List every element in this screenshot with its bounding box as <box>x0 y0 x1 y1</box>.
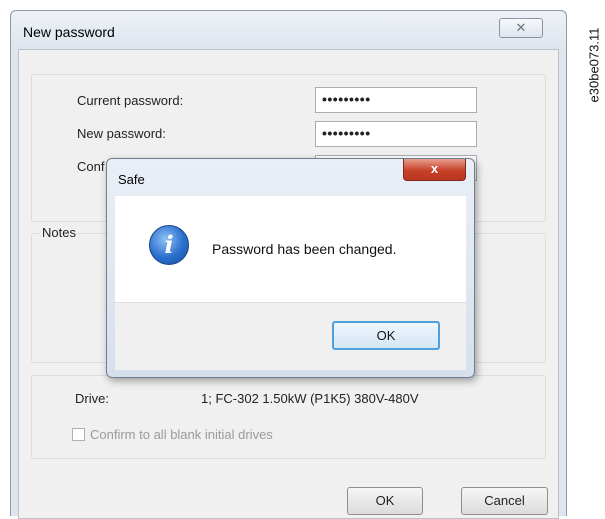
dialog-close-button[interactable]: x <box>403 159 466 181</box>
confirm-password-label: Conf <box>77 159 105 174</box>
close-icon: x <box>430 161 439 176</box>
confirm-blank-drives-label: Confirm to all blank initial drives <box>90 427 273 442</box>
figure-code-label: e30be073.11 <box>586 27 602 103</box>
figure-code: e30be073.11 <box>584 10 604 120</box>
drive-value: 1; FC-302 1.50kW (P1K5) 380V-480V <box>201 391 419 406</box>
drive-group: Drive: 1; FC-302 1.50kW (P1K5) 380V-480V <box>31 375 546 459</box>
window-titlebar: New password ✕ <box>11 11 566 45</box>
dialog-title: Safe <box>118 172 145 187</box>
dialog-body: i Password has been changed. <box>115 196 466 302</box>
confirm-blank-drives-checkbox[interactable] <box>72 428 85 441</box>
current-password-field[interactable]: ••••••••• <box>315 87 477 113</box>
drive-label: Drive: <box>75 391 109 406</box>
dialog-ok-button[interactable]: OK <box>332 321 440 350</box>
ok-button[interactable]: OK <box>347 487 423 515</box>
cancel-button[interactable]: Cancel <box>461 487 548 515</box>
new-password-field[interactable]: ••••••••• <box>315 121 477 147</box>
window-close-button[interactable]: ✕ <box>499 18 543 38</box>
dialog-footer: OK <box>115 302 466 370</box>
notes-label: Notes <box>40 225 78 240</box>
dialog-message: Password has been changed. <box>212 241 397 257</box>
window-title: New password <box>23 24 115 40</box>
info-icon: i <box>149 225 189 265</box>
new-password-label: New password: <box>77 126 166 141</box>
safe-message-dialog: Safe x i Password has been changed. OK <box>106 158 475 378</box>
close-icon: ✕ <box>515 20 527 35</box>
current-password-label: Current password: <box>77 93 184 108</box>
